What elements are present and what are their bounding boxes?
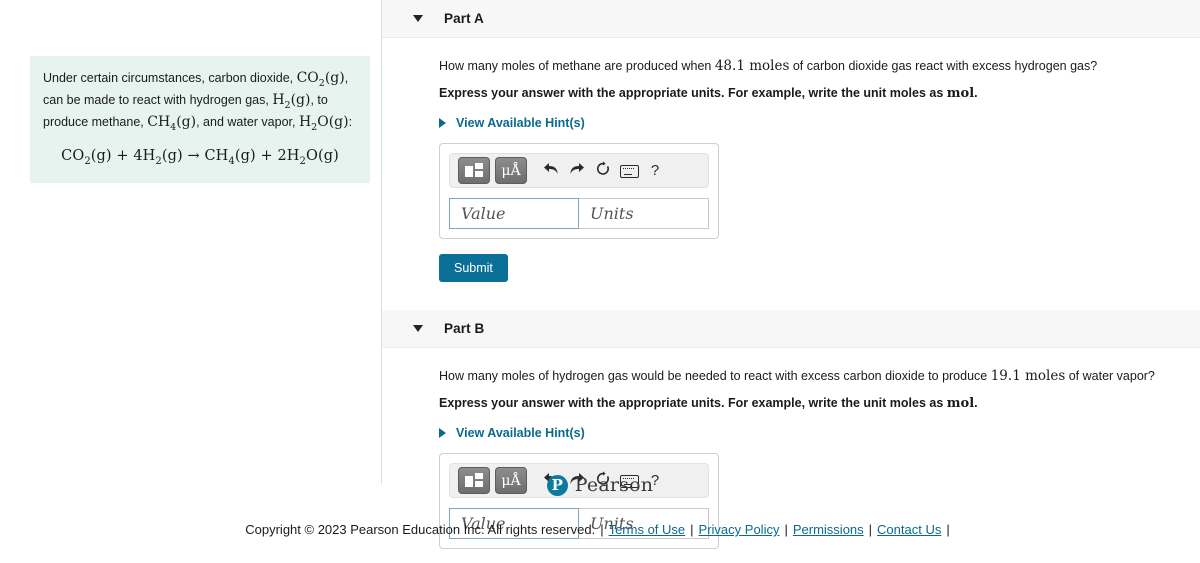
- part-b-question-post: of water vapor?: [1065, 369, 1155, 383]
- part-b-instruction-post: .: [974, 396, 978, 410]
- part-a-answer-toolbar: μÅ ?: [449, 153, 709, 188]
- part-b-hint-toggle[interactable]: View Available Hint(s): [439, 426, 1200, 440]
- part-b-question-unit: moles: [1025, 368, 1066, 384]
- redo-icon[interactable]: [564, 162, 590, 179]
- part-a-fields-row: Value Units: [449, 198, 709, 229]
- footer-link-privacy-policy[interactable]: Privacy Policy: [699, 522, 780, 537]
- part-a-question: How many moles of methane are produced w…: [439, 58, 1200, 74]
- footer-separator: |: [868, 522, 873, 537]
- part-a-header[interactable]: Part A: [382, 0, 1200, 38]
- formula-carbon-dioxide: CO2(g): [296, 70, 345, 89]
- template-icon-button[interactable]: [458, 157, 490, 184]
- part-a-body: How many moles of methane are produced w…: [382, 58, 1200, 282]
- part-b-instruction: Express your answer with the appropriate…: [439, 395, 1200, 412]
- pearson-wordmark: Pearson: [574, 474, 654, 496]
- part-a-title: Part A: [444, 11, 484, 26]
- part-a-hint-label: View Available Hint(s): [456, 116, 585, 130]
- footer-separator: |: [784, 522, 788, 537]
- copyright-text: Copyright © 2023 Pearson Education Inc. …: [245, 522, 596, 537]
- undo-icon[interactable]: [538, 162, 564, 179]
- part-b-question: How many moles of hydrogen gas would be …: [439, 368, 1200, 384]
- part-a-question-amount: 48.1: [714, 58, 745, 74]
- footer-separator: |: [690, 522, 694, 537]
- part-a-units-input[interactable]: Units: [579, 198, 709, 229]
- formula-hydrogen: H2(g): [272, 91, 311, 111]
- chevron-down-icon[interactable]: [413, 15, 423, 22]
- part-a-hint-toggle[interactable]: View Available Hint(s): [439, 116, 1200, 130]
- chevron-right-icon[interactable]: [439, 118, 446, 128]
- part-a-instruction: Express your answer with the appropriate…: [439, 85, 1200, 102]
- part-a-instruction-unit: mol: [946, 86, 975, 101]
- redo-arrow-svg: [570, 163, 584, 174]
- part-a-answer-box: μÅ ? Value Units: [439, 143, 719, 239]
- problem-statement-panel: Under certain circumstances, carbon diox…: [30, 56, 370, 184]
- copyright-line: Copyright © 2023 Pearson Education Inc. …: [0, 522, 1200, 537]
- chevron-right-icon[interactable]: [439, 428, 446, 438]
- part-a-instruction-pre: Express your answer with the appropriate…: [439, 86, 947, 100]
- part-b-hint-label: View Available Hint(s): [456, 426, 585, 440]
- footer-separator: |: [946, 522, 950, 537]
- reset-circle-svg: [597, 161, 609, 175]
- template-icon: [465, 163, 483, 178]
- part-a-instruction-post: .: [974, 86, 978, 100]
- part-b-question-amount: 19.1: [990, 368, 1021, 384]
- part-b-instruction-unit: mol: [946, 396, 975, 411]
- part-b-title: Part B: [444, 321, 485, 336]
- undo-arrow-svg: [544, 163, 558, 174]
- part-b-header[interactable]: Part B: [382, 310, 1200, 348]
- reset-icon[interactable]: [590, 161, 616, 180]
- part-a-question-unit: moles: [749, 58, 790, 74]
- part-a-question-pre: How many moles of methane are produced w…: [439, 59, 715, 73]
- formula-methane: CH4(g): [147, 113, 197, 133]
- assignment-content-column: Part A How many moles of methane are pro…: [382, 0, 1200, 549]
- footer-link-contact-us[interactable]: Contact Us: [877, 522, 941, 537]
- footer-link-terms-of-use[interactable]: Terms of Use: [609, 522, 686, 537]
- formula-water: H2O(g): [298, 113, 349, 133]
- problem-statement-text: Under certain circumstances, carbon diox…: [43, 70, 357, 135]
- part-a-question-post: of carbon dioxide gas react with excess …: [789, 59, 1098, 73]
- chevron-down-icon[interactable]: [413, 325, 423, 332]
- part-a-value-input[interactable]: Value: [449, 198, 579, 229]
- footer-link-permissions[interactable]: Permissions: [793, 522, 864, 537]
- keyboard-icon[interactable]: [616, 163, 642, 178]
- footer-separator: |: [600, 522, 604, 537]
- part-b-instruction-pre: Express your answer with the appropriate…: [439, 396, 947, 410]
- page-footer: P Pearson Copyright © 2023 Pearson Educa…: [0, 474, 1200, 537]
- pearson-mark-icon: P: [546, 474, 568, 496]
- part-a-submit-button[interactable]: Submit: [439, 254, 508, 282]
- problem-intro-1: Under certain circumstances, carbon diox…: [43, 71, 297, 85]
- chemical-equation: CO2(g) + 4H2(g) → CH4(g) + 2H2O(g): [61, 148, 339, 168]
- part-b-question-pre: How many moles of hydrogen gas would be …: [439, 369, 991, 383]
- help-icon[interactable]: ?: [642, 163, 668, 178]
- problem-intro-5: :: [348, 114, 353, 129]
- problem-intro-4: , and water vapor,: [196, 114, 299, 129]
- pearson-logo: P Pearson: [546, 474, 654, 496]
- units-icon-button[interactable]: μÅ: [495, 157, 527, 184]
